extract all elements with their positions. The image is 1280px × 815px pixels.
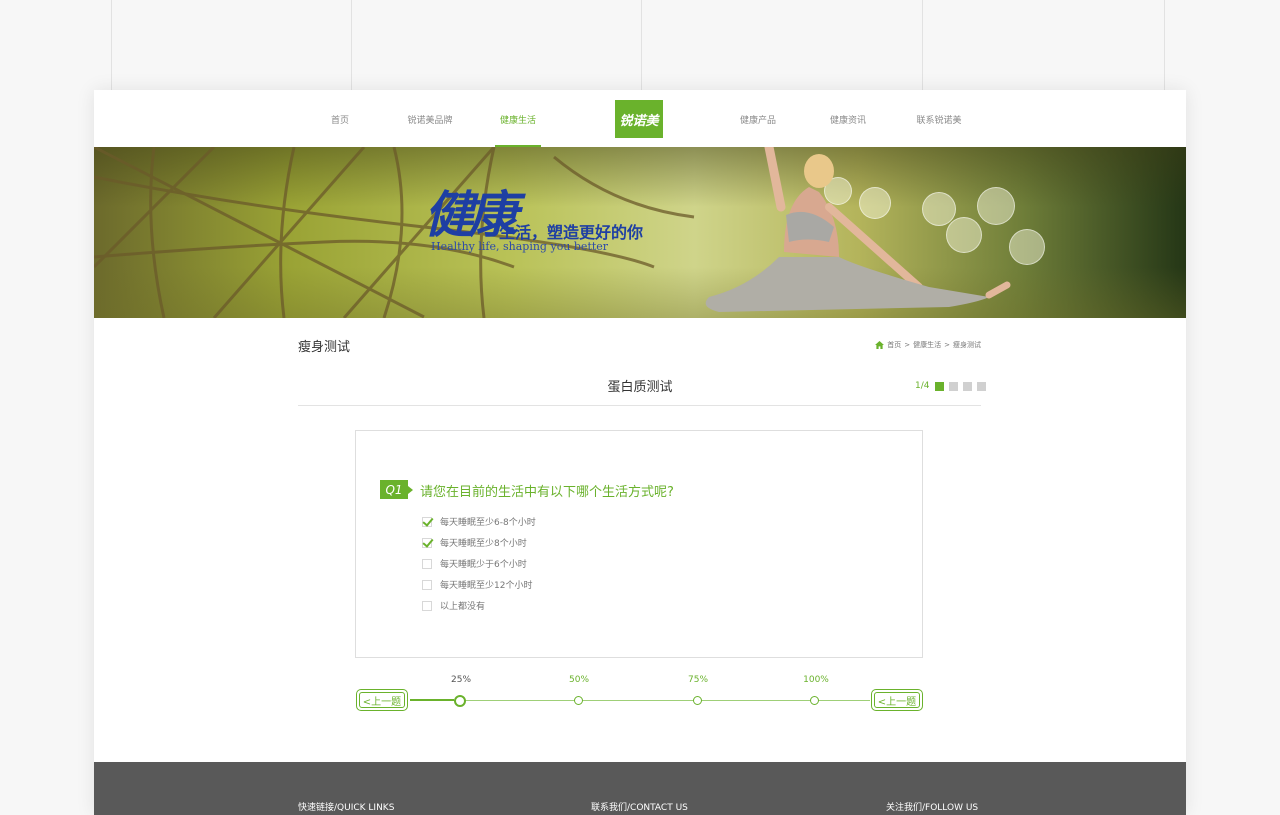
progress-node-current <box>454 695 466 707</box>
bg-grid-line <box>641 0 642 90</box>
footer-contact-heading: 联系我们/CONTACT US <box>591 803 688 813</box>
banner-slogan-en: Healthy life, shaping you better <box>431 240 609 253</box>
next-question-button[interactable]: <上一题 <box>871 689 923 711</box>
home-icon <box>875 341 885 349</box>
option-item[interactable]: 以上都没有 <box>422 599 485 612</box>
nav-item-news[interactable]: 健康资讯 <box>830 113 866 126</box>
progress-node <box>810 696 819 705</box>
top-nav: 首页 锐诺美品牌 健康生活 锐诺美 健康产品 健康资讯 联系锐诺美 <box>94 90 1186 147</box>
brand-logo[interactable]: 锐诺美 <box>615 100 663 138</box>
nav-item-products[interactable]: 健康产品 <box>740 113 776 126</box>
option-label: 每天睡眠至少6-8个小时 <box>440 518 536 528</box>
progress-node <box>693 696 702 705</box>
breadcrumb-home[interactable]: 首页 <box>887 340 901 350</box>
nav-item-home[interactable]: 首页 <box>331 113 349 126</box>
step-square <box>949 381 959 391</box>
bg-grid-line <box>111 0 112 90</box>
option-label: 每天睡眠至少8个小时 <box>440 539 527 549</box>
divider <box>298 405 981 406</box>
breadcrumb-healthy-life[interactable]: 健康生活 <box>913 340 941 350</box>
bg-grid-line <box>1164 0 1165 90</box>
progress-mark-label: 25% <box>450 675 472 685</box>
page-card: 首页 锐诺美品牌 健康生活 锐诺美 健康产品 健康资讯 联系锐诺美 健康 生活，… <box>94 90 1186 815</box>
footer-follow-heading: 关注我们/FOLLOW US <box>886 803 979 813</box>
breadcrumb: 首页 > 健康生活 > 瘦身测试 <box>875 340 981 350</box>
quiz-title: 蛋白质测试 <box>607 380 673 395</box>
hero-banner: 健康 生活，塑造更好的你 Healthy life, shaping you b… <box>94 147 1186 318</box>
progress-fill <box>410 699 454 701</box>
nav-item-healthy-life[interactable]: 健康生活 <box>500 113 536 126</box>
breadcrumb-current: 瘦身测试 <box>953 341 981 349</box>
checkbox[interactable] <box>422 600 432 611</box>
breadcrumb-separator: > <box>944 341 950 349</box>
option-label: 以上都没有 <box>440 602 486 612</box>
progress-mark-label: 100% <box>803 675 829 685</box>
question-text: 请您在目前的生活中有以下哪个生活方式呢? <box>420 485 674 500</box>
footer: 快速链接/QUICK LINKS 联系我们/CONTACT US 关注我们/FO… <box>94 762 1186 815</box>
prev-question-button[interactable]: <上一题 <box>356 689 408 711</box>
question-number-tag: Q1 <box>380 480 413 499</box>
option-item[interactable]: 每天睡眠至少8个小时 <box>422 536 527 549</box>
step-counter: 1/4 <box>915 381 930 391</box>
yoga-figure-illustration <box>705 147 1011 312</box>
checkbox-checked[interactable] <box>422 516 432 527</box>
checkbox-checked[interactable] <box>422 537 432 548</box>
progress-mark-label: 50% <box>568 675 590 685</box>
nav-item-contact[interactable]: 联系锐诺美 <box>916 113 961 126</box>
step-square <box>935 381 945 391</box>
option-item[interactable]: 每天睡眠至少6-8个小时 <box>422 515 536 528</box>
option-label: 每天睡眠少于6个小时 <box>440 560 527 570</box>
checkbox[interactable] <box>422 579 432 590</box>
option-label: 每天睡眠至少12个小时 <box>440 581 533 591</box>
nav-item-brand[interactable]: 锐诺美品牌 <box>407 113 452 126</box>
bg-grid-line <box>351 0 352 90</box>
progress-mark-label: 75% <box>687 675 709 685</box>
option-item[interactable]: 每天睡眠少于6个小时 <box>422 557 527 570</box>
breadcrumb-separator: > <box>904 341 911 349</box>
footer-quick-links-heading: 快速链接/QUICK LINKS <box>298 803 395 813</box>
bg-grid-line <box>922 0 923 90</box>
checkbox[interactable] <box>422 558 432 569</box>
progress-node <box>574 696 583 705</box>
step-square <box>977 381 987 391</box>
page-title: 瘦身测试 <box>298 340 351 355</box>
quiz-step-indicator: 1/4 <box>915 381 987 391</box>
step-square <box>963 381 973 391</box>
progress-track <box>410 700 870 701</box>
option-item[interactable]: 每天睡眠至少12个小时 <box>422 578 532 591</box>
